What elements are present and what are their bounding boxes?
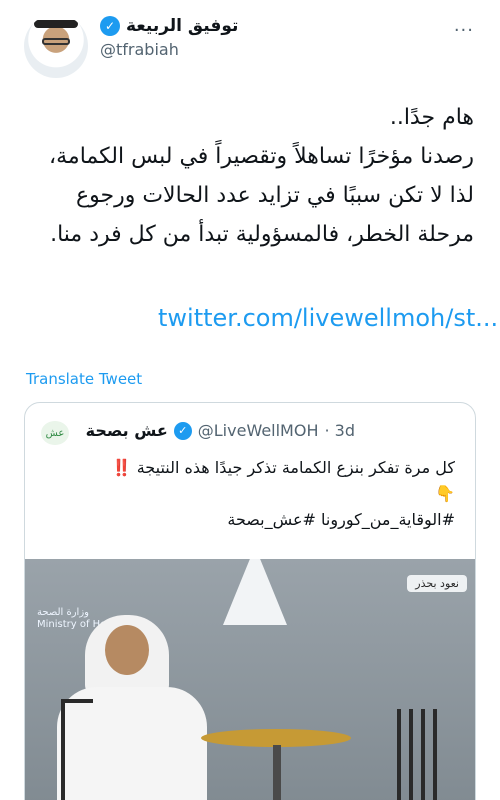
quoted-hashtags[interactable]: #الوقاية_من_كورونا #عش_بصحة bbox=[35, 507, 455, 533]
quoted-handle[interactable]: @LiveWellMOH bbox=[198, 421, 319, 440]
author-block[interactable]: توفيق الربيعة ✓ @tfrabiah bbox=[100, 16, 238, 59]
chair-right bbox=[397, 709, 437, 800]
tweet-body: هام جدًا.. رصدنا مؤخرًا تساهلاً وتقصيراً… bbox=[49, 105, 474, 247]
tweet-link[interactable]: twitter.com/livewellmoh/st... bbox=[158, 304, 498, 332]
quoted-time[interactable]: · 3d bbox=[324, 421, 355, 440]
translate-tweet-link[interactable]: Translate Tweet bbox=[26, 370, 142, 388]
man-head bbox=[105, 625, 149, 675]
quoted-name[interactable]: عش بصحة bbox=[86, 421, 168, 440]
author-avatar[interactable] bbox=[24, 14, 88, 78]
author-name-row: توفيق الربيعة ✓ bbox=[100, 16, 238, 36]
double-exclamation-icon: ‼️ bbox=[111, 458, 132, 477]
lamp-shade bbox=[223, 559, 287, 625]
quoted-author-row: عش بصحة ✓ @LiveWellMOH · 3d bbox=[86, 421, 355, 440]
campaign-tag: نعود بحذر bbox=[407, 575, 467, 592]
quoted-media[interactable]: وزارة الصحة Ministry of Health نعود بحذر bbox=[25, 559, 475, 800]
more-icon[interactable]: ··· bbox=[454, 20, 474, 41]
author-name[interactable]: توفيق الربيعة bbox=[126, 16, 238, 36]
quoted-tweet-card[interactable]: عش عش بصحة ✓ @LiveWellMOH · 3d كل مرة تف… bbox=[24, 402, 476, 800]
quoted-text: كل مرة تفكر بنزع الكمامة تذكر جيدًا هذه … bbox=[35, 455, 455, 533]
verified-icon: ✓ bbox=[100, 16, 120, 36]
quoted-verified-icon: ✓ bbox=[173, 421, 192, 440]
table-leg bbox=[273, 745, 281, 800]
tweet-text: هام جدًا.. رصدنا مؤخرًا تساهلاً وتقصيراً… bbox=[24, 98, 474, 254]
author-handle[interactable]: @tfrabiah bbox=[100, 40, 238, 59]
point-down-emoji: 👇 bbox=[435, 484, 455, 503]
quoted-avatar[interactable]: عش bbox=[41, 421, 69, 445]
quoted-line1: كل مرة تفكر بنزع الكمامة تذكر جيدًا هذه … bbox=[136, 458, 455, 477]
chair-left bbox=[61, 699, 93, 800]
